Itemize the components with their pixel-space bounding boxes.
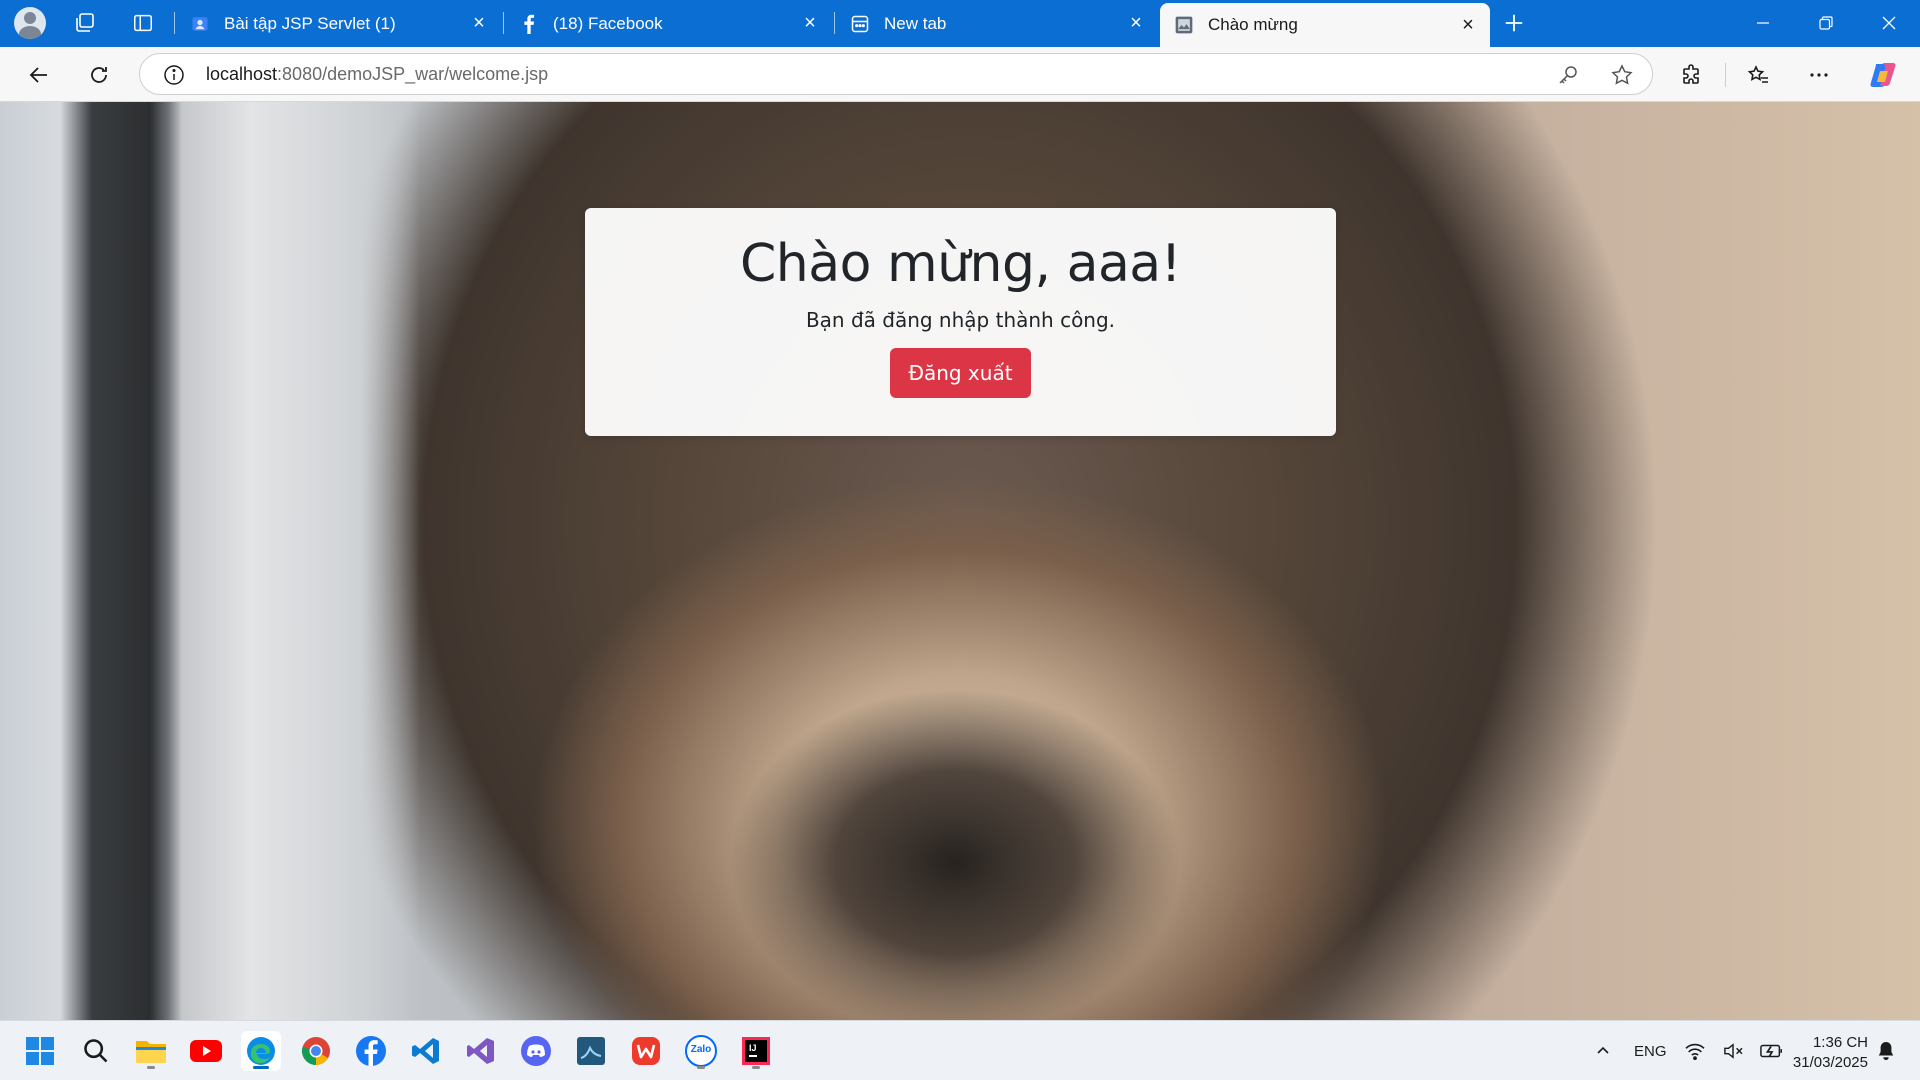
tab-facebook[interactable]: (18) Facebook × [505,6,832,41]
close-icon[interactable]: × [1126,12,1146,34]
url-text[interactable]: localhost:8080/demoJSP_war/welcome.jsp [206,64,548,85]
show-hidden-icons-button[interactable] [1588,1021,1618,1080]
extensions-button[interactable] [1673,56,1711,94]
workspaces-icon [76,13,94,32]
toolbar-divider [1725,63,1726,87]
profile-avatar[interactable] [12,7,48,39]
browser-toolbar: localhost:8080/demoJSP_war/welcome.jsp [0,47,1920,102]
vscode-icon[interactable] [406,1031,446,1071]
close-icon[interactable]: × [1458,14,1478,36]
restore-button[interactable] [1795,0,1857,46]
running-indicator [697,1066,705,1069]
more-dots-icon [1810,73,1828,77]
mysql-workbench-icon[interactable] [571,1031,611,1071]
url-host: localhost [206,64,278,84]
youtube-icon[interactable] [186,1031,226,1071]
wps-office-icon[interactable] [626,1031,666,1071]
new-tab-icon [850,14,870,34]
language-label: ENG [1634,1042,1667,1060]
clock[interactable]: 1:36 CH 31/03/2025 [1793,1033,1868,1073]
close-icon [1882,16,1896,30]
workspaces-button[interactable] [67,7,103,39]
clock-time: 1:36 CH [1812,1034,1868,1051]
minimize-icon [1757,22,1769,24]
refresh-icon [91,67,107,83]
chrome-icon[interactable] [296,1031,336,1071]
close-icon[interactable]: × [800,12,820,34]
battery-charging-icon [1760,1044,1782,1058]
close-window-button[interactable] [1858,0,1920,46]
page-image-icon [1174,15,1194,35]
page-viewport: Chào mừng, aaa! Bạn đã đăng nhập thành c… [0,102,1920,1020]
favorites-list-icon [1747,65,1768,83]
person-card-icon [190,14,210,34]
running-indicator [147,1066,155,1069]
puzzle-icon [1683,64,1699,84]
tab-title: Chào mừng [1208,15,1298,34]
favorite-star-icon[interactable] [1610,63,1634,87]
refresh-button[interactable] [80,56,118,94]
taskbar: Zalo IJ ENG 1:36 CH 31/03/2025 [0,1020,1920,1080]
login-success-message: Bạn đã đăng nhập thành công. [805,308,1116,332]
back-button[interactable] [20,56,58,94]
file-explorer-icon[interactable] [131,1031,171,1071]
tab-actions-button[interactable] [125,7,161,39]
notifications-button[interactable] [1874,1021,1898,1080]
wifi-icon [1685,1043,1705,1060]
avatar-icon [14,7,46,39]
welcome-card: Chào mừng, aaa! Bạn đã đăng nhập thành c… [585,208,1336,436]
facebook-icon[interactable] [351,1031,391,1071]
clock-date: 31/03/2025 [1792,1054,1868,1071]
copilot-button[interactable] [1864,56,1902,94]
favorites-button[interactable] [1740,56,1778,94]
svg-text:IJ: IJ [749,1043,757,1053]
edge-icon[interactable] [241,1031,281,1071]
volume-muted-icon [1724,1043,1743,1059]
visual-studio-icon[interactable] [461,1031,501,1071]
tab-actions-icon [134,14,152,32]
address-bar[interactable]: localhost:8080/demoJSP_war/welcome.jsp [139,53,1653,95]
tab-separator [174,12,175,34]
discord-icon[interactable] [516,1031,556,1071]
copilot-icon [1870,63,1896,87]
tab-title: Bài tập JSP Servlet (1) [224,13,396,33]
tab-title: New tab [884,13,947,33]
arrow-left-icon [29,67,47,83]
welcome-heading: Chào mừng, aaa! [739,234,1182,294]
minimize-button[interactable] [1732,0,1794,46]
tab-strip: Bài tập JSP Servlet (1) × (18) Facebook … [0,0,1920,47]
intellij-icon[interactable]: IJ [736,1031,776,1071]
info-icon[interactable] [162,63,186,87]
zalo-icon[interactable]: Zalo [681,1031,721,1071]
windows-start-icon[interactable] [20,1031,60,1071]
tab-separator [834,12,835,34]
logout-button[interactable]: Đăng xuất [890,348,1031,398]
close-icon[interactable]: × [469,12,489,34]
zalo-label: Zalo [690,1044,712,1055]
tab-new-tab[interactable]: New tab × [836,6,1158,41]
system-tray-status[interactable] [1684,1021,1784,1080]
key-icon[interactable] [1556,63,1580,87]
running-indicator [253,1066,269,1069]
chevron-up-icon [1597,1046,1609,1054]
input-language-indicator[interactable]: ENG [1634,1021,1667,1080]
plus-icon [1505,14,1523,32]
more-menu-button[interactable] [1800,56,1838,94]
running-indicator [752,1066,760,1069]
restore-icon [1819,16,1833,30]
facebook-icon [519,14,539,34]
tab-separator [503,12,504,34]
url-path: :8080/demoJSP_war/welcome.jsp [277,64,549,84]
tab-bai-tap[interactable]: Bài tập JSP Servlet (1) × [176,6,501,41]
tab-chao-mung[interactable]: Chào mừng × [1160,3,1490,47]
tab-title: (18) Facebook [553,13,663,33]
new-tab-button[interactable] [1496,7,1532,39]
bell-icon [1878,1042,1894,1060]
search-icon[interactable] [76,1031,116,1071]
